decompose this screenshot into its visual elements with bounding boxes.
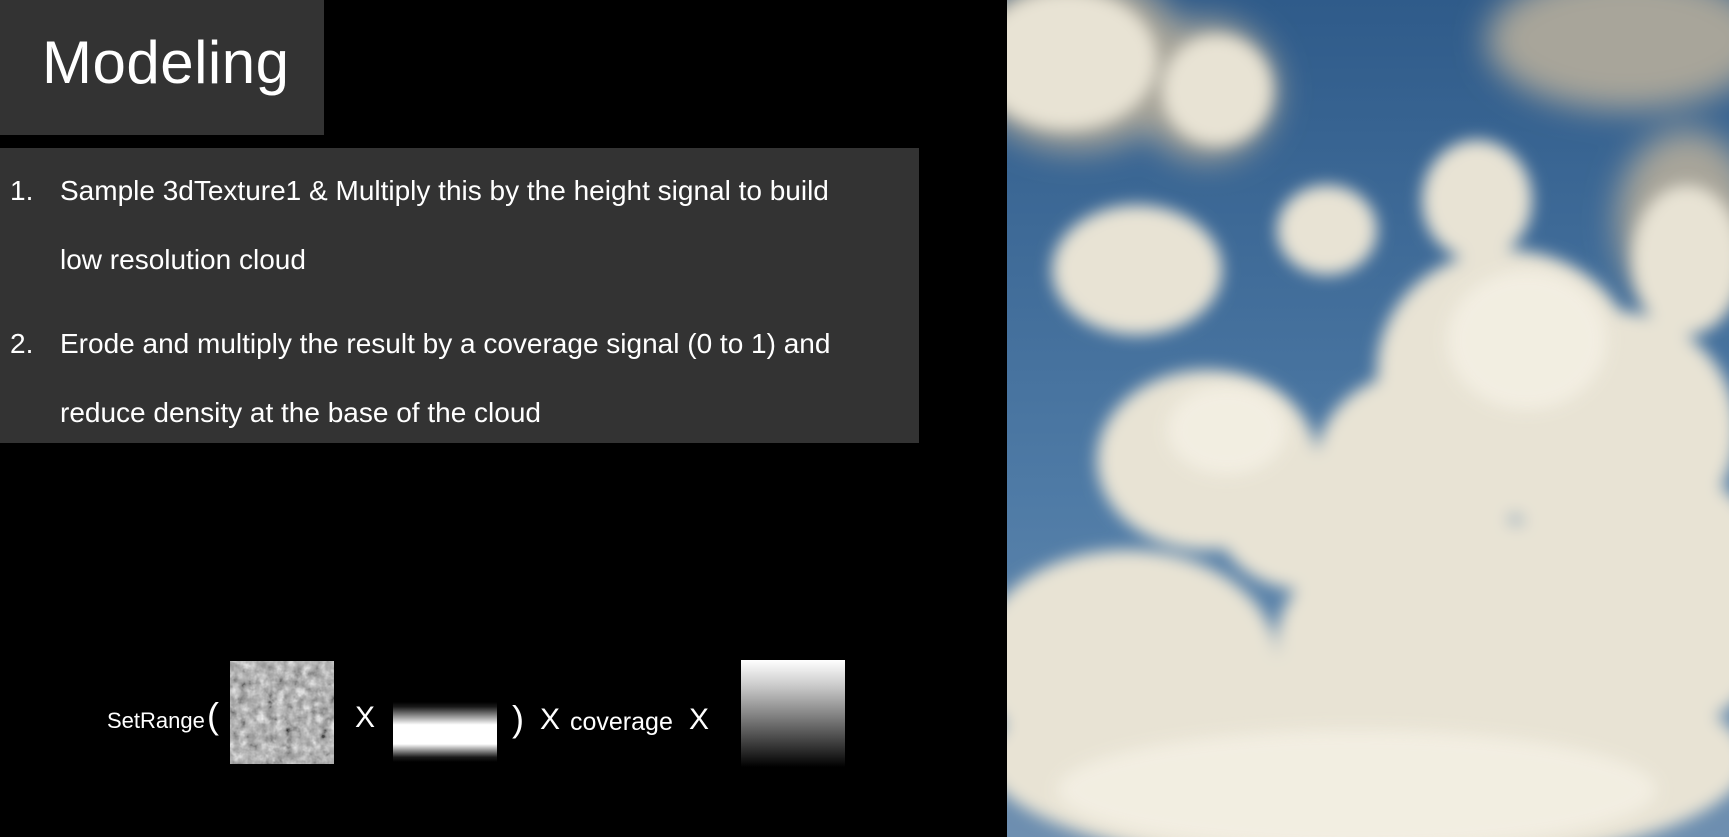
formula-times-3: X (689, 703, 710, 736)
cloud-photo-icon (1007, 0, 1729, 837)
formula-setrange: SetRange (107, 708, 205, 733)
formula-times-2: X (540, 703, 561, 736)
formula-times-1: X (355, 701, 376, 734)
density-formula: SetRange ( X ) X coverage X (0, 0, 1000, 837)
formula-close-paren: ) (512, 698, 524, 739)
formula-open-paren: ( (207, 695, 219, 736)
formula-coverage: coverage (570, 708, 673, 736)
noise-texture-icon (230, 661, 334, 764)
coverage-signal-icon (741, 660, 845, 767)
height-signal-icon (393, 702, 497, 762)
